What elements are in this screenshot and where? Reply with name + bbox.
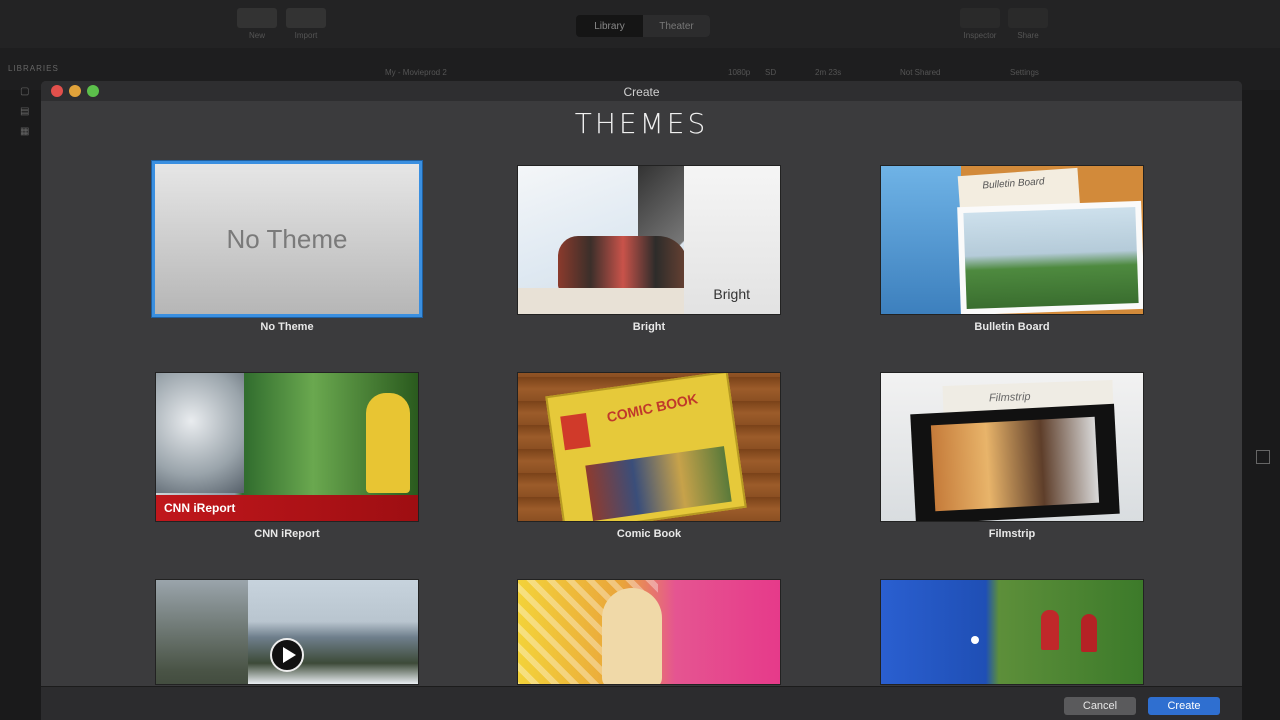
filmstrip-thumb-strip	[910, 403, 1120, 521]
theme-caption: Comic Book	[616, 528, 682, 540]
mountain-thumb-image	[156, 580, 248, 684]
new-button[interactable]	[237, 8, 277, 28]
theme-tile-8[interactable]	[517, 579, 781, 685]
cancel-button[interactable]: Cancel	[1064, 697, 1136, 715]
create-dialog: Create THEMES No Theme No Theme Bright B…	[41, 81, 1242, 720]
share-label: Share	[1017, 31, 1039, 40]
bulletin-thumb-map	[881, 166, 961, 314]
pop-thumb-person	[602, 588, 662, 684]
cnn-thumb-globe	[156, 373, 244, 493]
play-icon[interactable]	[270, 638, 304, 672]
libraries-heading: LIBRARIES	[8, 64, 59, 73]
theme-caption: Bulletin Board	[974, 321, 1050, 333]
theme-tile-filmstrip[interactable]: Filmstrip	[880, 372, 1144, 522]
inspector-button[interactable]	[960, 8, 1000, 28]
duration-readout: 2m 23s	[815, 68, 842, 77]
theme-tile-9[interactable]	[880, 579, 1144, 685]
filmstrip-thumb-image	[930, 416, 1100, 512]
filmstrip-thumb-text: Filmstrip	[988, 390, 1031, 405]
settings-button[interactable]: Settings	[1010, 68, 1039, 77]
no-theme-thumb-text: No Theme	[226, 223, 348, 254]
cnn-thumb-banner: CNN iReport	[156, 495, 418, 521]
theme-tile-bright[interactable]: Bright	[517, 165, 781, 315]
side-panel-icon[interactable]	[1256, 450, 1270, 464]
theme-caption: No Theme	[260, 321, 314, 333]
hd-toggle[interactable]: 1080p	[728, 68, 750, 77]
sidebar-icons: ▢ ▤ ▦	[20, 86, 30, 137]
import-label: Import	[294, 31, 318, 40]
theme-caption: CNN iReport	[254, 528, 320, 540]
comic-thumb-book: COMIC BOOK	[545, 373, 747, 521]
world-thumb-person	[1081, 614, 1097, 652]
comic-thumb-red-block	[560, 412, 591, 451]
bulletin-thumb-text: Bulletin Board	[982, 176, 1045, 192]
theme-tile-cnn-ireport[interactable]: CNN iReport	[155, 372, 419, 522]
library-tab[interactable]: Library	[576, 15, 643, 37]
comic-thumb-text: COMIC BOOK	[605, 390, 700, 426]
inspector-label: Inspector	[963, 31, 997, 40]
dialog-title: Create	[623, 85, 660, 99]
create-button[interactable]: Create	[1148, 697, 1220, 715]
dialog-footer: Cancel Create	[41, 686, 1242, 720]
theme-tile-no-theme[interactable]: No Theme	[152, 161, 422, 317]
bright-thumb-people	[558, 236, 688, 291]
dialog-titlebar: Create	[41, 81, 1242, 101]
theater-tab[interactable]: Theater	[643, 15, 710, 37]
share-status: Not Shared	[900, 68, 941, 77]
cnn-thumb-text: CNN iReport	[164, 501, 236, 515]
comic-thumb-image	[585, 446, 732, 521]
theme-tile-bulletin-board[interactable]: Bulletin Board	[880, 165, 1144, 315]
bulletin-thumb-photo	[957, 200, 1143, 314]
view-segmented-control: Library Theater	[576, 15, 710, 37]
world-thumb-dot	[971, 636, 979, 644]
share-button[interactable]	[1008, 8, 1048, 28]
bulletin-thumb-image	[963, 207, 1139, 309]
theme-tile-comic-book[interactable]: COMIC BOOK	[517, 372, 781, 522]
cnn-thumb-person	[366, 393, 410, 493]
theme-tile-7[interactable]	[155, 579, 419, 685]
theme-caption: Filmstrip	[988, 528, 1036, 540]
bright-thumb-text: Bright	[713, 286, 750, 302]
theme-caption: Bright	[632, 321, 666, 333]
project-name: My - Movieprod 2	[385, 68, 447, 77]
themes-heading: THEMES	[574, 107, 709, 140]
app-toolbar: New Import Library Theater Inspector Sha…	[0, 0, 1280, 48]
import-button[interactable]	[286, 8, 326, 28]
new-label: New	[248, 31, 265, 40]
sd-toggle[interactable]: SD	[765, 68, 776, 77]
world-thumb-person	[1041, 610, 1059, 650]
